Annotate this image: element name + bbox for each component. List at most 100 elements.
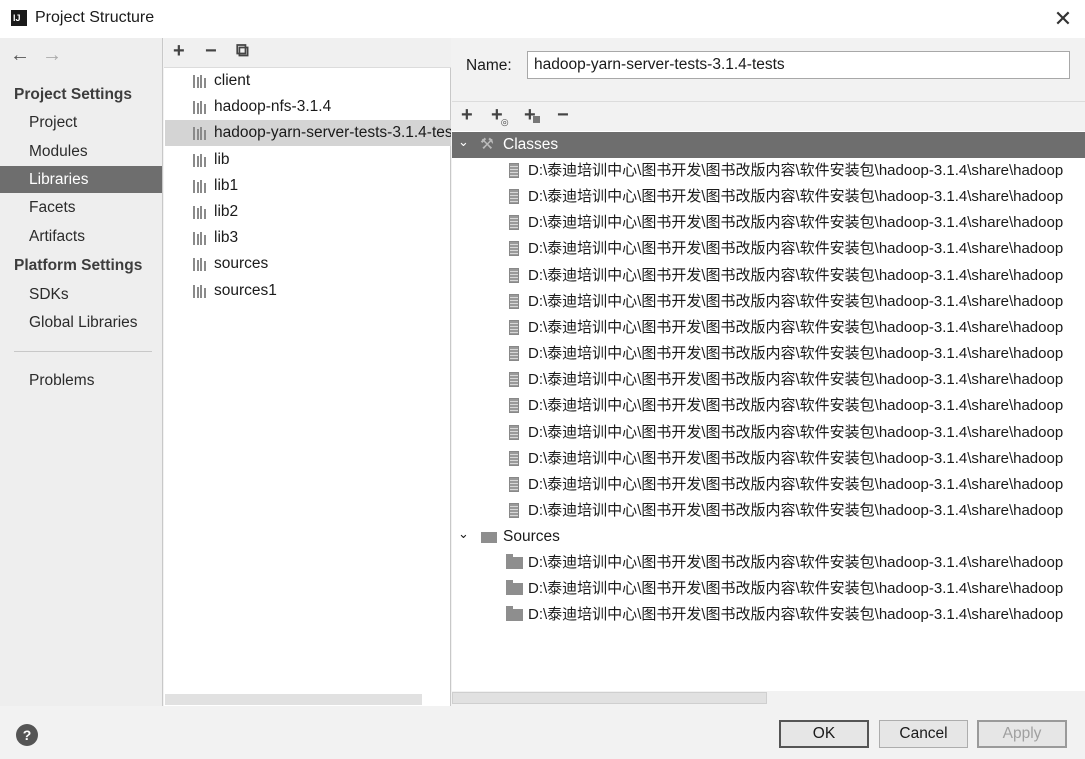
small-square-icon [532, 116, 540, 123]
library-list-item[interactable]: sources [165, 251, 451, 277]
class-root-path: D:\泰迪培训中心\图书开发\图书改版内容\软件安装包\hadoop-3.1.4… [528, 319, 1064, 336]
attach-sources-button[interactable]: + [524, 104, 543, 127]
library-name: lib2 [214, 203, 239, 220]
source-root-row[interactable]: D:\泰迪培训中心\图书开发\图书改版内容\软件安装包\hadoop-3.1.4… [452, 576, 1085, 602]
remove-library-button[interactable]: − [205, 40, 217, 63]
library-icon [193, 127, 210, 140]
library-icon [193, 285, 210, 298]
chevron-down-icon: ⌄ [458, 134, 469, 149]
sidebar-item-libraries[interactable]: Libraries [0, 166, 162, 193]
sidebar-item-artifacts[interactable]: Artifacts [0, 223, 162, 250]
library-list-item[interactable]: sources1 [165, 278, 451, 304]
cancel-button[interactable]: Cancel [879, 720, 968, 748]
sidebar-item-modules[interactable]: Modules [0, 138, 162, 165]
class-root-row[interactable]: D:\泰迪培训中心\图书开发\图书改版内容\软件安装包\hadoop-3.1.4… [452, 498, 1085, 524]
jar-icon [509, 163, 519, 178]
class-root-row[interactable]: D:\泰迪培训中心\图书开发\图书改版内容\软件安装包\hadoop-3.1.4… [452, 158, 1085, 184]
source-root-row[interactable]: D:\泰迪培训中心\图书开发\图书改版内容\软件安装包\hadoop-3.1.4… [452, 602, 1085, 628]
add-root-button[interactable]: + [461, 104, 473, 127]
class-root-row[interactable]: D:\泰迪培训中心\图书开发\图书改版内容\软件安装包\hadoop-3.1.4… [452, 236, 1085, 262]
class-root-row[interactable]: D:\泰迪培训中心\图书开发\图书改版内容\软件安装包\hadoop-3.1.4… [452, 393, 1085, 419]
library-name: lib [214, 151, 230, 168]
sidebar-item-sdks[interactable]: SDKs [0, 281, 162, 308]
library-list-item[interactable]: lib2 [165, 199, 451, 225]
class-root-row[interactable]: D:\泰迪培训中心\图书开发\图书改版内容\软件安装包\hadoop-3.1.4… [452, 446, 1085, 472]
sources-node[interactable]: ⌄ Sources [452, 524, 1085, 550]
class-root-path: D:\泰迪培训中心\图书开发\图书改版内容\软件安装包\hadoop-3.1.4… [528, 450, 1064, 467]
sidebar-item-facets[interactable]: Facets [0, 194, 162, 221]
library-list-horizontal-scrollbar[interactable] [165, 694, 422, 705]
source-root-row[interactable]: D:\泰迪培训中心\图书开发\图书改版内容\软件安装包\hadoop-3.1.4… [452, 550, 1085, 576]
jar-icon [509, 294, 519, 309]
class-root-path: D:\泰迪培训中心\图书开发\图书改版内容\软件安装包\hadoop-3.1.4… [528, 240, 1064, 257]
ok-button[interactable]: OK [779, 720, 869, 748]
roots-toolbar [452, 101, 1085, 132]
library-name: lib1 [214, 177, 239, 194]
jar-icon [509, 503, 519, 518]
sidebar-item-problems[interactable]: Problems [0, 367, 162, 394]
sidebar-item-project[interactable]: Project [0, 109, 162, 136]
class-root-row[interactable]: D:\泰迪培训中心\图书开发\图书改版内容\软件安装包\hadoop-3.1.4… [452, 315, 1085, 341]
class-root-path: D:\泰迪培训中心\图书开发\图书改版内容\软件安装包\hadoop-3.1.4… [528, 371, 1064, 388]
library-list-item[interactable]: hadoop-yarn-server-tests-3.1.4-tests [165, 120, 451, 146]
roots-horizontal-scrollbar[interactable] [452, 692, 767, 704]
library-list-item[interactable]: client [165, 68, 451, 94]
close-window-button[interactable]: ✕ [1050, 6, 1076, 32]
name-label: Name: [466, 57, 512, 74]
class-root-path: D:\泰迪培训中心\图书开发\图书改版内容\软件安装包\hadoop-3.1.4… [528, 162, 1064, 179]
library-list-item[interactable]: hadoop-nfs-3.1.4 [165, 94, 451, 120]
add-library-button[interactable]: + [173, 40, 185, 63]
hammer-icon: ⚒ [480, 136, 494, 153]
class-root-row[interactable]: D:\泰迪培训中心\图书开发\图书改版内容\软件安装包\hadoop-3.1.4… [452, 367, 1085, 393]
class-root-row[interactable]: D:\泰迪培训中心\图书开发\图书改版内容\软件安装包\hadoop-3.1.4… [452, 210, 1085, 236]
class-root-row[interactable]: D:\泰迪培训中心\图书开发\图书改版内容\软件安装包\hadoop-3.1.4… [452, 263, 1085, 289]
jar-icon [509, 268, 519, 283]
library-list-item[interactable]: lib3 [165, 225, 451, 251]
library-icon [193, 75, 210, 88]
attach-classes-button[interactable]: +◎ [491, 104, 511, 127]
class-root-path: D:\泰迪培训中心\图书开发\图书改版内容\软件安装包\hadoop-3.1.4… [528, 345, 1064, 362]
chevron-down-icon: ⌄ [458, 526, 469, 541]
jar-icon [509, 398, 519, 413]
forward-arrow-icon[interactable]: → [42, 44, 62, 67]
sources-node-label: Sources [503, 528, 560, 545]
link-icon: ◎ [500, 117, 509, 127]
jar-icon [509, 320, 519, 335]
classes-node-label: Classes [503, 136, 559, 153]
library-list-item[interactable]: lib1 [165, 173, 451, 199]
class-root-path: D:\泰迪培训中心\图书开发\图书改版内容\软件安装包\hadoop-3.1.4… [528, 214, 1064, 231]
project-settings-heading: Project Settings [14, 86, 132, 103]
help-button[interactable]: ? [16, 724, 38, 746]
class-root-row[interactable]: D:\泰迪培训中心\图书开发\图书改版内容\软件安装包\hadoop-3.1.4… [452, 472, 1085, 498]
intellij-app-icon: IJ [11, 10, 27, 26]
library-name-input[interactable] [527, 51, 1070, 79]
class-root-row[interactable]: D:\泰迪培训中心\图书开发\图书改版内容\软件安装包\hadoop-3.1.4… [452, 184, 1085, 210]
class-root-path: D:\泰迪培训中心\图书开发\图书改版内容\软件安装包\hadoop-3.1.4… [528, 188, 1064, 205]
jar-icon [509, 477, 519, 492]
folder-icon [506, 580, 523, 595]
library-name: lib3 [214, 229, 239, 246]
library-icon [193, 206, 210, 219]
jar-icon [509, 241, 519, 256]
classes-node[interactable]: ⌄ ⚒ Classes [452, 132, 1085, 158]
class-root-row[interactable]: D:\泰迪培训中心\图书开发\图书改版内容\软件安装包\hadoop-3.1.4… [452, 289, 1085, 315]
apply-button[interactable]: Apply [977, 720, 1067, 748]
back-arrow-icon[interactable]: ← [10, 44, 30, 67]
library-list-item[interactable]: lib [165, 147, 451, 173]
jar-icon [509, 346, 519, 361]
class-root-row[interactable]: D:\泰迪培训中心\图书开发\图书改版内容\软件安装包\hadoop-3.1.4… [452, 420, 1085, 446]
copy-library-button[interactable]: ⧉ [236, 40, 249, 61]
source-root-path: D:\泰迪培训中心\图书开发\图书改版内容\软件安装包\hadoop-3.1.4… [528, 580, 1064, 597]
library-icon [193, 232, 210, 245]
class-root-row[interactable]: D:\泰迪培训中心\图书开发\图书改版内容\软件安装包\hadoop-3.1.4… [452, 341, 1085, 367]
class-root-path: D:\泰迪培训中心\图书开发\图书改版内容\软件安装包\hadoop-3.1.4… [528, 476, 1064, 493]
library-name: client [214, 72, 251, 89]
folder-icon [506, 606, 523, 621]
remove-root-button[interactable]: − [557, 104, 569, 127]
folder-icon [506, 554, 523, 569]
sidebar-divider [14, 351, 152, 352]
platform-settings-heading: Platform Settings [14, 257, 143, 274]
class-root-path: D:\泰迪培训中心\图书开发\图书改版内容\软件安装包\hadoop-3.1.4… [528, 424, 1064, 441]
jar-icon [509, 189, 519, 204]
sidebar-item-global-libraries[interactable]: Global Libraries [0, 309, 162, 336]
